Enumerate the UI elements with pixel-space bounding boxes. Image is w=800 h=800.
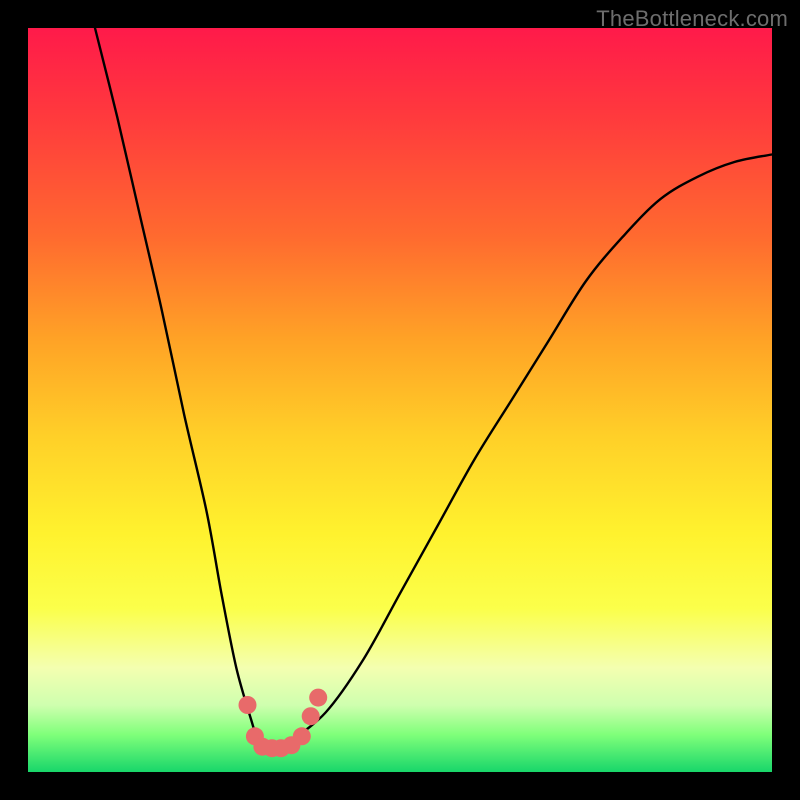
chart-plot-area: [28, 28, 772, 772]
curve-marker: [239, 696, 257, 714]
curve-marker: [293, 727, 311, 745]
watermark-text: TheBottleneck.com: [596, 6, 788, 32]
curve-marker: [309, 689, 327, 707]
chart-frame: TheBottleneck.com: [0, 0, 800, 800]
bottleneck-curve: [95, 28, 772, 751]
curve-marker: [302, 707, 320, 725]
chart-svg: [28, 28, 772, 772]
